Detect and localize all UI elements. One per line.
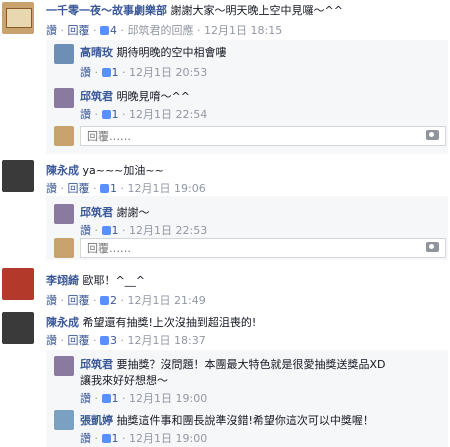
reply-author[interactable]: 邱筑君 [80,358,113,371]
like-count[interactable]: 1 [112,224,119,237]
like-icon [101,394,111,403]
reply-author[interactable]: 邱筑君 [80,206,113,219]
like-icon [101,434,111,443]
like-count[interactable]: 2 [110,294,117,307]
like-link[interactable]: 讚 [46,294,57,307]
like-count[interactable]: 4 [110,24,117,37]
like-count[interactable]: 1 [112,108,119,121]
reply-text: 要抽獎？沒問題！本團最大特色就是很愛抽獎送獎品XD [116,358,386,371]
like-icon [100,336,109,345]
comment-text: 歐耶！^__^ [82,274,145,287]
reply-link[interactable]: 回覆 [68,334,90,347]
reply-meta: 讚 · 1 · 12月1日 20:53 [80,66,208,79]
avatar[interactable] [2,2,34,34]
edited-note[interactable]: 邱筑君的回應 [128,24,194,37]
like-count[interactable]: 3 [110,334,117,347]
comment-text: ya~~~加油~~ [82,164,164,177]
avatar[interactable] [54,44,74,64]
reply-meta: 讚 · 1 · 12月1日 22:54 [80,108,208,121]
comment-time[interactable]: 12月1日 21:49 [128,294,206,307]
avatar[interactable] [2,160,34,192]
reply-text: 明晚見唷～^^ [116,90,190,103]
comment-text: 希望還有抽獎!上次沒抽到超沮喪的! [82,316,257,329]
avatar[interactable] [2,312,34,344]
avatar[interactable] [54,410,74,430]
reply-link[interactable]: 回覆 [68,294,90,307]
like-link[interactable]: 讚 [46,334,57,347]
like-icon [100,296,109,305]
reply-text-continued: 讓我來好好想想～ [80,374,168,387]
comment-time[interactable]: 12月1日 19:06 [128,182,206,195]
camera-icon[interactable] [426,130,439,140]
avatar[interactable] [54,356,74,376]
reply-link[interactable]: 回覆 [68,24,90,37]
comment-meta: 讚 · 回覆 · 4 · 邱筑君的回應 · 12月1日 18:15 [46,24,283,37]
like-icon [101,68,111,77]
avatar [54,238,74,258]
comment-meta: 讚 · 回覆 · 2 · 12月1日 21:49 [46,294,206,307]
comment-time[interactable]: 12月1日 18:37 [128,334,206,347]
reply-text: 期待明晚的空中相會嘍 [116,46,227,59]
reply-text: 謝謝～ [116,206,150,219]
like-icon [100,26,109,35]
reply-input[interactable] [81,239,413,257]
comment-meta: 讚 · 回覆 · 1 · 12月1日 19:06 [46,182,206,195]
like-icon [100,184,109,193]
like-icon [101,110,111,119]
reply-meta: 讚 · 1 · 12月1日 19:00 [80,392,208,405]
like-count[interactable]: 1 [112,66,119,79]
comment-author[interactable]: 李翊綺 [46,274,79,287]
comment-time[interactable]: 12月1日 18:15 [204,24,282,37]
reply-author[interactable]: 高晴玫 [80,46,113,59]
reply-input[interactable] [81,127,413,145]
comment-text: 謝謝大家～明天晚上空中見囉～^^ [170,4,343,17]
reply-author[interactable]: 邱筑君 [80,90,113,103]
reply-box[interactable] [80,238,446,258]
reply-time[interactable]: 12月1日 19:00 [129,432,207,445]
like-link[interactable]: 讚 [80,108,91,121]
comment-author[interactable]: 陳永成 [46,316,79,329]
reply-text: 抽獎這件事和團長說準沒錯!希望你這次可以中獎喔！ [116,414,374,427]
reply-time[interactable]: 12月1日 19:00 [129,392,207,405]
reply-time[interactable]: 12月1日 22:54 [129,108,207,121]
comment-author[interactable]: 一千零一夜～故事劇樂部 [46,4,167,17]
avatar[interactable] [2,268,34,300]
like-count[interactable]: 1 [112,432,119,445]
camera-icon[interactable] [426,242,439,252]
like-count[interactable]: 1 [112,392,119,405]
comment-meta: 讚 · 回覆 · 3 · 12月1日 18:37 [46,334,206,347]
reply-box[interactable] [80,126,446,146]
reply-time[interactable]: 12月1日 20:53 [129,66,207,79]
like-link[interactable]: 讚 [80,224,91,237]
avatar [54,126,74,146]
comment-thread: 一千零一夜～故事劇樂部 謝謝大家～明天晚上空中見囉～^^ 讚 · 回覆 · 4 … [0,0,450,447]
avatar[interactable] [54,204,74,224]
like-link[interactable]: 讚 [80,432,91,445]
reply-meta: 讚 · 1 · 12月1日 22:53 [80,224,208,237]
reply-link[interactable]: 回覆 [68,182,90,195]
comment-author[interactable]: 陳永成 [46,164,79,177]
like-link[interactable]: 讚 [46,182,57,195]
like-icon [101,226,111,235]
like-link[interactable]: 讚 [80,392,91,405]
reply-author[interactable]: 張凱婷 [80,414,113,427]
reply-meta: 讚 · 1 · 12月1日 19:00 [80,432,208,445]
reply-time[interactable]: 12月1日 22:53 [129,224,207,237]
like-link[interactable]: 讚 [46,24,57,37]
avatar[interactable] [54,88,74,108]
like-link[interactable]: 讚 [80,66,91,79]
like-count[interactable]: 1 [110,182,117,195]
